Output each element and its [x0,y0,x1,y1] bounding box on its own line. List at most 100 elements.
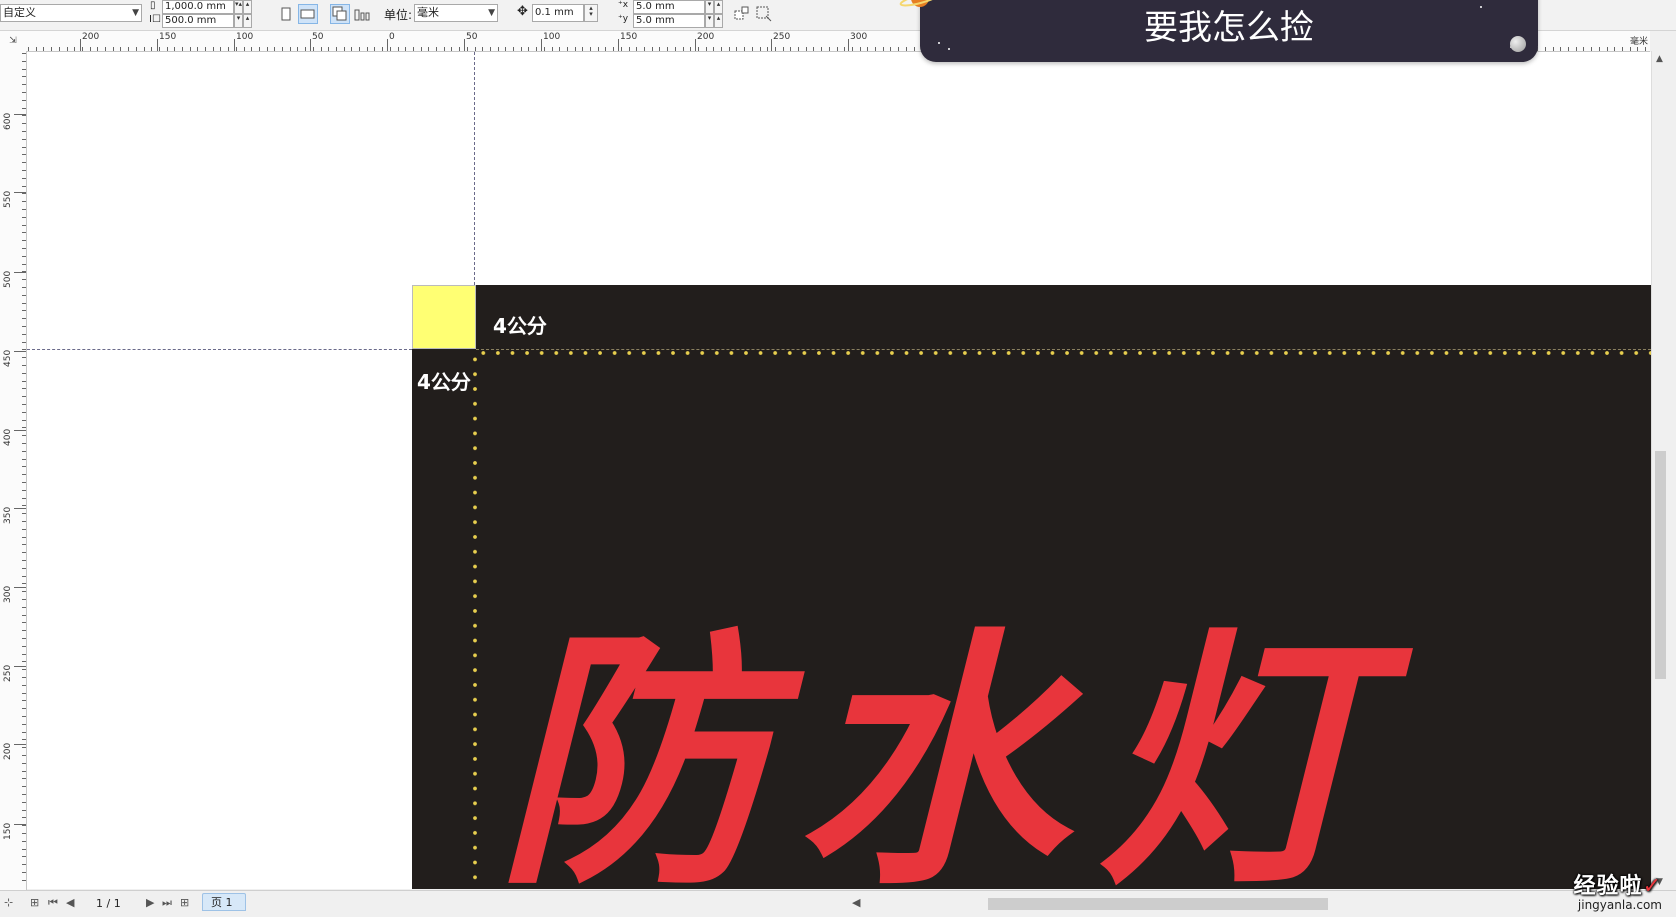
ruler-minor-tick [629,47,630,51]
yellow-corner-square[interactable] [412,285,476,349]
ruler-minor-tick [22,560,26,561]
ruler-tick [464,39,465,51]
duplicate-x-spinner-up[interactable]: ▴ [714,0,723,14]
ruler-minor-tick [336,47,337,51]
ruler-minor-tick [22,521,26,522]
add-page-after-icon[interactable]: ⊞ [180,896,189,909]
duplicate-y-spinner-up[interactable]: ▴ [714,14,723,28]
ruler-minor-tick [813,47,814,51]
ruler-minor-tick [313,47,314,51]
scroll-up-icon[interactable]: ▲ [1656,54,1663,64]
all-pages-button[interactable] [330,4,350,24]
ruler-minor-tick [729,47,730,51]
first-page-icon[interactable]: ⏮ [48,896,58,910]
duplicate-x-value: 5.0 mm [636,1,675,12]
ruler-minor-tick [413,47,414,51]
vertical-guideline[interactable] [474,52,475,285]
ruler-minor-tick [22,217,26,218]
ruler-minor-tick [683,47,684,51]
ruler-minor-tick [22,388,26,389]
current-page-button[interactable] [352,4,372,24]
page-preset-select[interactable]: 自定义 ▼ [0,4,142,22]
page-height-spinner[interactable]: ▾ [234,14,243,28]
add-page-before-icon[interactable]: ⊞ [30,896,39,909]
ruler-minor-tick [451,47,452,51]
ruler-minor-tick [22,459,26,460]
ruler-minor-tick [22,513,26,514]
artwork-headline-text[interactable]: 防水灯 [497,622,1651,889]
previous-page-icon[interactable]: ◀ [66,896,74,909]
nudge-spinner[interactable]: ▴ ▾ [584,4,598,22]
horizontal-scroll-thumb[interactable] [988,898,1328,910]
star-icon [948,48,950,50]
ruler-minor-tick [22,84,26,85]
ruler-minor-tick [22,326,26,327]
ruler-minor-tick [22,849,26,850]
ruler-minor-tick [744,47,745,51]
ruler-minor-tick [22,256,26,257]
ruler-label: 350 [3,506,13,524]
vertical-ruler[interactable]: 600 550 500 450 400 350 300 250 200 150 [0,51,27,890]
dotted-border-vertical [472,352,478,889]
ruler-minor-tick [790,47,791,51]
duplicate-y-field[interactable]: 5.0 mm [633,14,705,28]
page-width-field[interactable]: 1,000.0 mm [162,0,234,14]
units-select[interactable]: 毫米 ▼ [414,4,498,22]
treat-as-filled-button[interactable] [732,4,752,24]
ruler-minor-tick [1630,47,1631,51]
ruler-minor-tick [228,47,229,51]
ruler-minor-tick [22,287,26,288]
vertical-scroll-thumb[interactable] [1655,451,1666,679]
ruler-minor-tick [22,880,26,881]
page-width-spinner[interactable]: ▾▴ [234,0,243,14]
ruler-minor-tick [128,47,129,51]
ruler-minor-tick [22,755,26,756]
duplicate-x-icon: ⁺x [618,0,629,10]
ruler-minor-tick [22,568,26,569]
ruler-minor-tick [22,170,26,171]
object-icon [734,6,749,20]
nudge-field[interactable]: 0.1 mm [532,4,584,22]
horizontal-guideline[interactable] [27,349,412,350]
ruler-minor-tick [22,747,26,748]
ruler-minor-tick [351,47,352,51]
page-width-value: 1,000.0 mm [165,1,226,12]
page-width-spinner-up[interactable]: ▴ [243,0,252,14]
ruler-minor-tick [51,47,52,51]
ruler-minor-tick [174,47,175,51]
landscape-button[interactable] [298,4,318,24]
ruler-minor-tick [151,47,152,51]
page-height-field[interactable]: 500.0 mm [162,14,234,28]
ruler-minor-tick [22,209,26,210]
ruler-minor-tick [22,864,26,865]
last-page-icon[interactable]: ⏭ [162,896,172,910]
portrait-button[interactable] [276,4,296,24]
drawing-canvas[interactable]: 4公分 4公分 防水灯 [27,52,1651,889]
ruler-origin-corner[interactable]: ⇲ [0,31,27,52]
ruler-minor-tick [1645,47,1646,51]
ruler-minor-tick [22,630,26,631]
duplicate-x-spinner[interactable]: ▾ [705,0,714,14]
ruler-label: 0 [389,32,395,42]
ruler-minor-tick [22,872,26,873]
ruler-minor-tick [398,47,399,51]
star-icon [938,42,940,44]
ruler-minor-tick [382,47,383,51]
ruler-minor-tick [22,193,26,194]
horizontal-scrollbar[interactable]: ◀ [848,893,1628,913]
snap-settings-button[interactable] [754,4,774,24]
ruler-minor-tick [536,47,537,51]
vertical-scrollbar[interactable]: ▲ ▼ [1651,51,1669,890]
ruler-minor-tick [22,724,26,725]
next-page-icon[interactable]: ▶ [146,896,154,909]
banner-title: 要我怎么捡 [1144,8,1314,48]
ruler-minor-tick [22,69,26,70]
duplicate-y-spinner[interactable]: ▾ [705,14,714,28]
ruler-tick [157,39,158,51]
page-height-spinner-up[interactable]: ▴ [243,14,252,28]
ruler-label: 300 [850,32,868,42]
duplicate-x-field[interactable]: 5.0 mm [633,0,705,14]
scroll-left-icon[interactable]: ◀ [852,896,860,909]
ruler-minor-tick [205,47,206,51]
page-tab-1[interactable]: 页 1 [202,893,246,911]
